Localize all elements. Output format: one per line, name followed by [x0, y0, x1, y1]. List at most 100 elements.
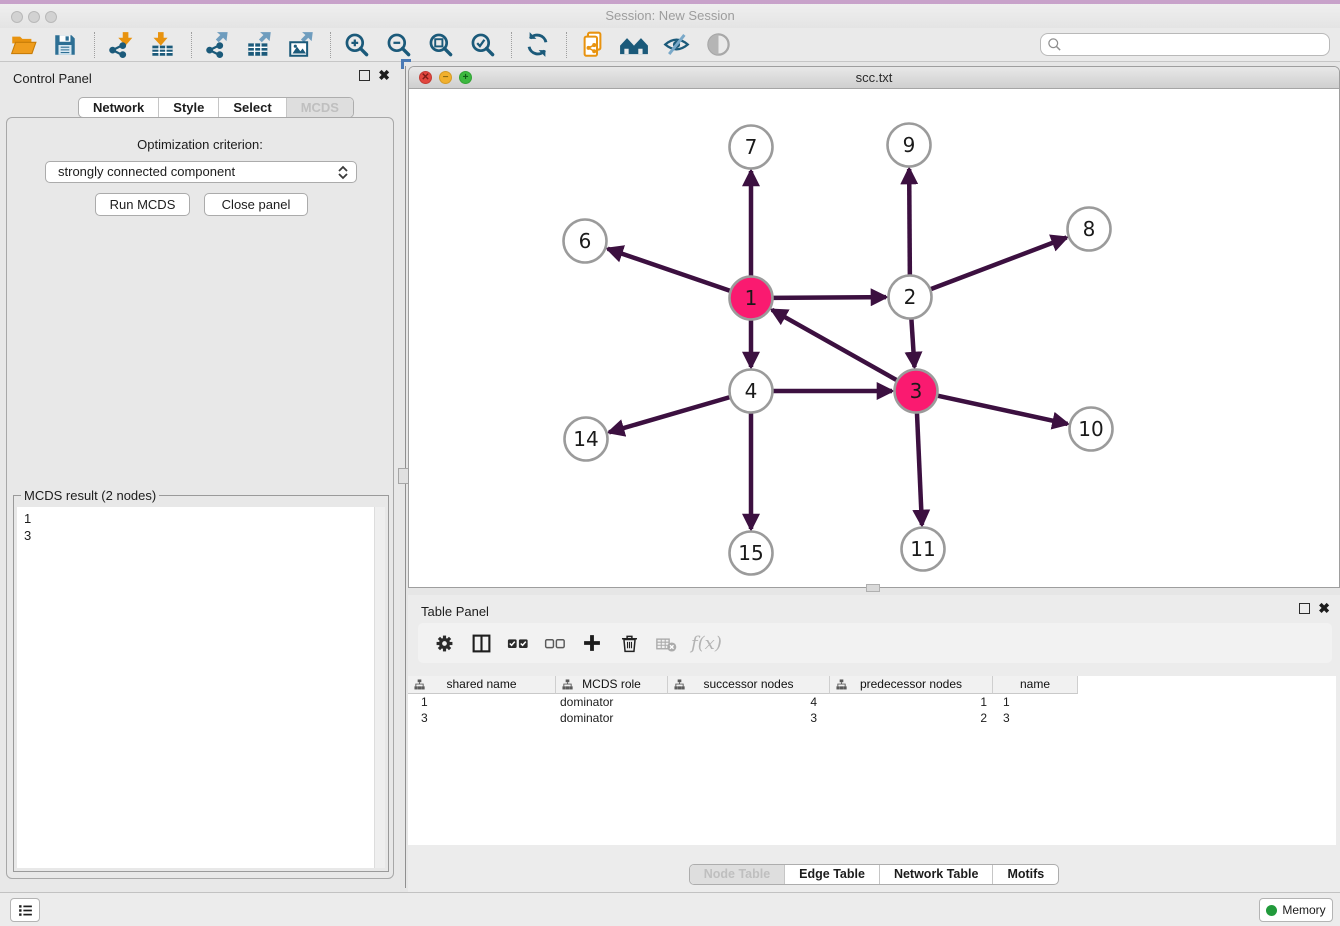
memory-button[interactable]: Memory: [1259, 898, 1333, 922]
graph-node[interactable]: 6: [564, 220, 607, 263]
float-table-panel-icon[interactable]: [1299, 603, 1310, 614]
zoom-in-button[interactable]: [341, 30, 371, 60]
refresh-icon: [524, 31, 551, 58]
graph-edge[interactable]: [772, 297, 886, 298]
cell-name[interactable]: 3: [993, 710, 1078, 726]
delete-table-button[interactable]: [652, 629, 680, 657]
cell-shared-name[interactable]: 1: [408, 694, 556, 710]
function-builder-button[interactable]: f(x): [691, 633, 722, 654]
unchecked-boxes-icon: [544, 632, 566, 654]
graph-edge[interactable]: [937, 396, 1068, 424]
deselect-all-rows-button[interactable]: [541, 629, 569, 657]
mcds-result-list[interactable]: 1 3: [17, 507, 385, 868]
cell-mcds-role[interactable]: dominator: [556, 694, 668, 710]
criterion-dropdown[interactable]: strongly connected component: [45, 161, 357, 183]
column-header-mcds-role[interactable]: MCDS role: [556, 676, 668, 694]
tab-network[interactable]: Network: [79, 98, 158, 117]
export-network-button[interactable]: [202, 30, 232, 60]
graph-edge[interactable]: [608, 249, 731, 291]
tab-node-table[interactable]: Node Table: [690, 865, 784, 884]
import-network-button[interactable]: [105, 30, 135, 60]
delete-column-button[interactable]: [615, 629, 643, 657]
hide-graphics-details-button[interactable]: [661, 30, 691, 60]
graph-edge[interactable]: [772, 310, 897, 381]
tab-edge-table[interactable]: Edge Table: [784, 865, 879, 884]
column-layout-button[interactable]: [467, 629, 495, 657]
export-table-button[interactable]: [244, 30, 274, 60]
graph-node[interactable]: 1: [730, 277, 773, 320]
import-table-button[interactable]: [147, 30, 177, 60]
zoom-out-icon: [385, 31, 412, 58]
column-header-predecessor-nodes[interactable]: predecessor nodes: [830, 676, 993, 694]
close-panel-button[interactable]: Close panel: [204, 193, 308, 216]
graph-node[interactable]: 3: [895, 370, 938, 413]
zoom-in-icon: [343, 31, 370, 58]
graph-node[interactable]: 2: [889, 276, 932, 319]
run-mcds-button[interactable]: Run MCDS: [95, 193, 190, 216]
graph-node-label: 1: [745, 286, 758, 310]
zoom-selected-button[interactable]: [467, 30, 497, 60]
table-panel: Table Panel ✖ f(x) shared name MCDS role…: [408, 595, 1340, 892]
add-column-button[interactable]: [578, 629, 606, 657]
show-task-history-button[interactable]: [10, 898, 40, 922]
column-header-shared-name[interactable]: shared name: [408, 676, 556, 694]
table-row[interactable]: 3 dominator 3 2 3: [408, 710, 1336, 726]
tab-style[interactable]: Style: [158, 98, 218, 117]
network-canvas[interactable]: 1 2 3 4 6 7 8 9 10 11 14 15: [409, 89, 1339, 587]
graph-node-label: 7: [745, 135, 758, 159]
graph-node[interactable]: 10: [1070, 408, 1113, 451]
graph-node[interactable]: 8: [1068, 208, 1111, 251]
graph-node[interactable]: 15: [730, 532, 773, 575]
tab-motifs[interactable]: Motifs: [992, 865, 1058, 884]
zoom-selected-icon: [469, 31, 496, 58]
search-icon: [1047, 37, 1062, 52]
tab-select[interactable]: Select: [218, 98, 285, 117]
show-graphics-details-button[interactable]: [703, 30, 733, 60]
graph-node-label: 11: [910, 537, 935, 561]
table-row[interactable]: 1 dominator 4 1 1: [408, 694, 1336, 710]
cell-successor-nodes[interactable]: 4: [668, 694, 830, 710]
network-window-titlebar[interactable]: ✕ − + scc.txt: [409, 67, 1339, 89]
graph-edge[interactable]: [930, 238, 1066, 290]
column-header-name[interactable]: name: [993, 676, 1078, 694]
zoom-out-button[interactable]: [383, 30, 413, 60]
show-overview-button[interactable]: [619, 30, 649, 60]
control-panel: Control Panel ✖ Network Style Select MCD…: [0, 62, 400, 892]
graph-node[interactable]: 9: [888, 124, 931, 167]
cell-predecessor-nodes[interactable]: 1: [830, 694, 993, 710]
status-bar: Memory: [0, 892, 1340, 926]
select-all-rows-button[interactable]: [504, 629, 532, 657]
copy-network-view-button[interactable]: [577, 30, 607, 60]
graph-node-label: 6: [579, 229, 592, 253]
graph-edge[interactable]: [917, 412, 922, 525]
graph-node[interactable]: 4: [730, 370, 773, 413]
graph-edge[interactable]: [609, 397, 730, 432]
cell-name[interactable]: 1: [993, 694, 1078, 710]
search-input[interactable]: [1040, 33, 1330, 56]
graph-edge[interactable]: [909, 169, 910, 276]
save-session-button[interactable]: [50, 30, 80, 60]
graph-node[interactable]: 14: [565, 418, 608, 461]
tab-network-table[interactable]: Network Table: [879, 865, 993, 884]
table-settings-button[interactable]: [430, 629, 458, 657]
cell-successor-nodes[interactable]: 3: [668, 710, 830, 726]
graph-node[interactable]: 7: [730, 126, 773, 169]
column-header-successor-nodes[interactable]: successor nodes: [668, 676, 830, 694]
close-panel-icon[interactable]: ✖: [378, 70, 390, 81]
graph-node[interactable]: 11: [902, 528, 945, 571]
eye-disabled-icon: [705, 31, 732, 58]
export-image-button[interactable]: [286, 30, 316, 60]
refresh-view-button[interactable]: [522, 30, 552, 60]
tab-mcds[interactable]: MCDS: [286, 98, 353, 117]
zoom-fit-button[interactable]: [425, 30, 455, 60]
horizontal-splitter-grip[interactable]: [866, 584, 880, 592]
table-panel-title: Table Panel: [421, 604, 489, 619]
cell-shared-name[interactable]: 3: [408, 710, 556, 726]
cell-predecessor-nodes[interactable]: 2: [830, 710, 993, 726]
graph-edge[interactable]: [911, 318, 914, 367]
float-panel-icon[interactable]: [359, 70, 370, 81]
cell-mcds-role[interactable]: dominator: [556, 710, 668, 726]
open-file-button[interactable]: [8, 30, 38, 60]
close-table-panel-icon[interactable]: ✖: [1318, 603, 1330, 614]
result-scrollbar[interactable]: [374, 507, 385, 868]
